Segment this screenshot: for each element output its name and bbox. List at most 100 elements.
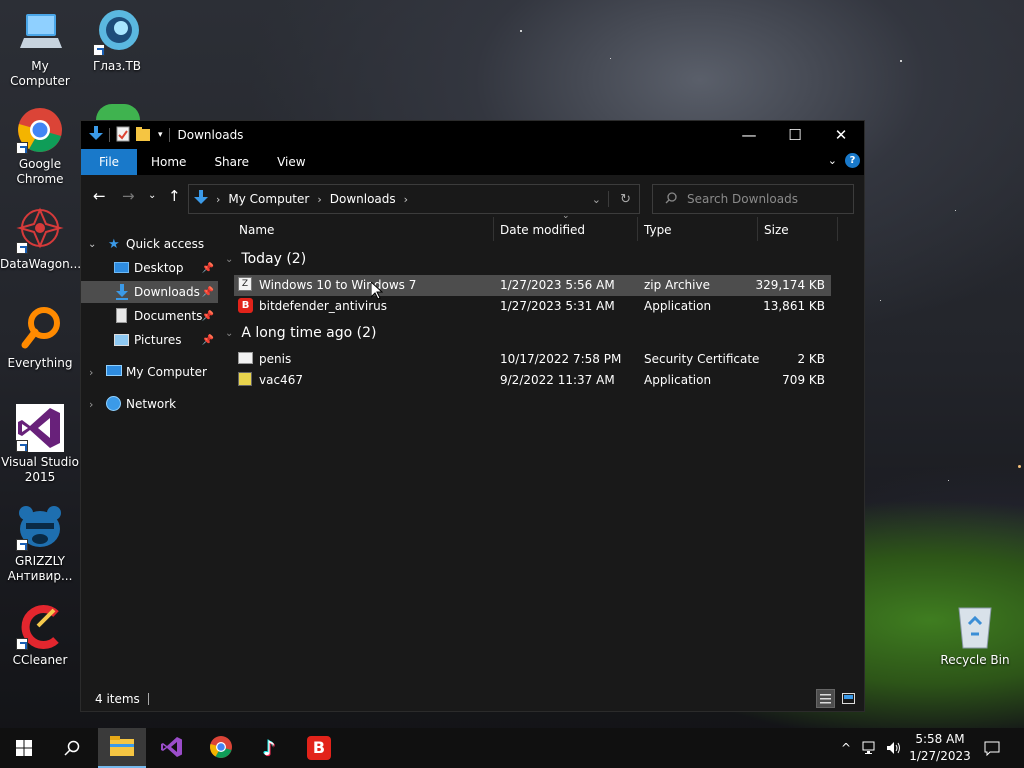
pin-icon[interactable]: 📌	[202, 263, 214, 274]
file-date: 10/17/2022 7:58 PM	[500, 352, 622, 366]
column-header-type[interactable]: Type	[644, 217, 672, 243]
chrome-icon	[209, 735, 233, 762]
sidebar-item-downloads[interactable]: Downloads 📌	[81, 281, 218, 303]
maximize-button[interactable]: ☐	[772, 121, 818, 149]
tab-view[interactable]: View	[263, 149, 319, 175]
desktop-icon-datawagon[interactable]: DataWagon...	[0, 206, 82, 272]
recent-locations-button[interactable]: ⌄	[148, 190, 156, 201]
file-type: Application	[644, 373, 712, 387]
customize-quick-access-icon[interactable]: ▾	[158, 130, 163, 140]
sidebar-item-quick-access[interactable]: ⌄ ★ Quick access	[81, 233, 218, 255]
explorer-window: ▾ Downloads — ☐ ✕ File Home Share View ⌄…	[80, 120, 865, 712]
volume-icon[interactable]	[884, 728, 904, 768]
file-name: bitdefender_antivirus	[259, 299, 388, 313]
chevron-down-icon: ⌄	[225, 253, 234, 265]
start-button[interactable]	[0, 728, 48, 768]
navigation-pane: ⌄ ★ Quick access Desktop 📌 Downloads 📌 D…	[81, 217, 218, 687]
grizzly-icon	[16, 503, 64, 551]
minimize-button[interactable]: —	[726, 121, 772, 149]
details-view-button[interactable]	[816, 689, 835, 708]
chevron-right-icon[interactable]: ›	[89, 398, 93, 411]
clock[interactable]: 5:58 AM 1/27/2023	[905, 731, 975, 765]
item-count: 4 items	[95, 692, 140, 706]
breadcrumb-downloads[interactable]: Downloads	[330, 192, 396, 206]
tab-home[interactable]: Home	[137, 149, 200, 175]
network-tray-icon[interactable]	[860, 728, 880, 768]
close-button[interactable]: ✕	[818, 121, 864, 149]
column-header-size[interactable]: Size	[764, 217, 789, 243]
desktop-icon-grizzly[interactable]: GRIZZLY Антивир...	[0, 503, 80, 584]
group-header-today[interactable]: ⌄ Today (2)	[225, 251, 306, 267]
search-box[interactable]	[652, 184, 854, 214]
chevron-right-icon[interactable]: ›	[89, 366, 93, 379]
eye-tv-icon	[93, 8, 141, 56]
properties-icon[interactable]	[116, 126, 130, 145]
large-icons-view-button[interactable]	[839, 689, 858, 708]
sidebar-item-network[interactable]: › Network	[81, 393, 218, 415]
taskbar-file-explorer[interactable]	[98, 728, 146, 768]
file-row[interactable]: B bitdefender_antivirus 1/27/2023 5:31 A…	[234, 296, 831, 317]
certificate-icon	[238, 352, 253, 364]
desktop-icon-everything[interactable]: Everything	[0, 305, 80, 371]
visual-studio-icon	[160, 735, 184, 762]
group-header-long-time-ago[interactable]: ⌄ A long time ago (2)	[225, 325, 376, 341]
expand-ribbon-icon[interactable]: ⌄	[828, 154, 837, 167]
address-dropdown-icon[interactable]: ⌄	[592, 193, 601, 206]
taskbar: ♪ B ^ 5:58 AM 1/27/2023	[0, 728, 1024, 768]
downloads-folder-icon	[116, 284, 128, 303]
pin-icon[interactable]: 📌	[202, 335, 214, 346]
group-title: A long time ago (2)	[241, 325, 377, 341]
desktop-icon-glaz-tv[interactable]: Глаз.ТВ	[77, 8, 157, 74]
desktop-icon-partial	[96, 104, 140, 120]
action-center-button[interactable]	[980, 728, 1004, 768]
desktop-icon-label: Google Chrome	[16, 157, 64, 186]
forward-button[interactable]: →	[122, 187, 135, 205]
help-icon[interactable]: ?	[845, 153, 860, 168]
desktop-icon-label: DataWagon...	[0, 257, 82, 271]
application-icon	[238, 372, 252, 386]
tab-file[interactable]: File	[81, 149, 137, 175]
file-row[interactable]: penis 10/17/2022 7:58 PM Security Certif…	[234, 349, 831, 370]
column-header-name[interactable]: Name	[239, 217, 274, 243]
desktop-icon-ccleaner[interactable]: CCleaner	[0, 602, 80, 668]
up-button[interactable]: ↑	[168, 187, 181, 205]
tiktok-icon: ♪	[262, 736, 276, 760]
sidebar-item-my-computer[interactable]: › My Computer	[81, 361, 218, 383]
breadcrumb-my-computer[interactable]: My Computer	[228, 192, 309, 206]
taskbar-visual-studio[interactable]	[148, 728, 196, 768]
ribbon-tabs: File Home Share View ⌄ ?	[81, 149, 864, 175]
address-bar[interactable]: › My Computer › Downloads › ⌄ ↻	[188, 184, 640, 214]
documents-folder-icon	[116, 308, 127, 323]
sidebar-item-desktop[interactable]: Desktop 📌	[81, 257, 218, 279]
file-size: 329,174 KB	[755, 278, 825, 292]
visual-studio-icon	[16, 404, 64, 452]
file-row[interactable]: Z Windows 10 to Windows 7 1/27/2023 5:56…	[234, 275, 831, 296]
desktop-icon-recycle-bin[interactable]: Recycle Bin	[935, 602, 1015, 668]
desktop-icon-label: Recycle Bin	[940, 653, 1010, 667]
desktop-icon-my-computer[interactable]: My Computer	[0, 8, 80, 89]
tab-share[interactable]: Share	[200, 149, 263, 175]
sidebar-item-documents[interactable]: Documents 📌	[81, 305, 218, 327]
pin-icon[interactable]: 📌	[202, 287, 214, 298]
desktop-icon-google-chrome[interactable]: Google Chrome	[0, 106, 80, 187]
taskbar-tiktok[interactable]: ♪	[245, 728, 293, 768]
new-folder-icon[interactable]	[136, 126, 152, 144]
taskbar-bitdefender[interactable]: B	[295, 728, 343, 768]
datawagon-icon	[16, 206, 64, 254]
back-button[interactable]: ←	[93, 187, 106, 205]
pin-icon[interactable]: 📌	[202, 311, 214, 322]
desktop-icon-label: GRIZZLY Антивир...	[7, 554, 73, 583]
desktop-icon-visual-studio[interactable]: Visual Studio 2015	[0, 404, 80, 485]
title-bar[interactable]: ▾ Downloads — ☐ ✕	[81, 121, 864, 149]
sidebar-item-pictures[interactable]: Pictures 📌	[81, 329, 218, 351]
search-input[interactable]	[687, 192, 847, 206]
download-arrow-icon	[89, 125, 103, 145]
refresh-icon[interactable]: ↻	[620, 192, 631, 207]
file-row[interactable]: vac467 9/2/2022 11:37 AM Application 709…	[234, 370, 831, 391]
taskbar-chrome[interactable]	[197, 728, 245, 768]
file-date: 1/27/2023 5:31 AM	[500, 299, 615, 313]
show-hidden-icons-button[interactable]: ^	[837, 728, 855, 768]
column-header-date-modified[interactable]: Date modified	[500, 217, 585, 243]
chevron-down-icon[interactable]: ⌄	[88, 239, 96, 250]
search-button[interactable]	[48, 728, 96, 768]
